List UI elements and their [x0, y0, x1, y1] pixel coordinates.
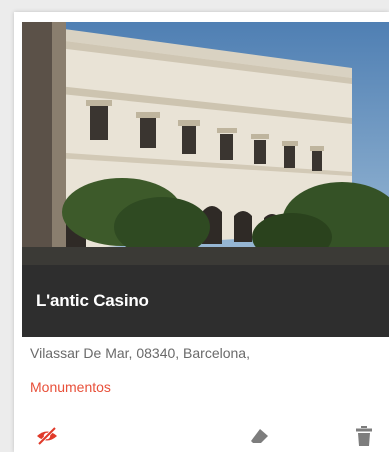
eye-slash-icon	[37, 427, 57, 445]
edit-button[interactable]	[247, 424, 273, 448]
delete-button[interactable]	[351, 424, 377, 448]
place-card: L'antic Casino Vilassar De Mar, 08340, B…	[14, 12, 389, 452]
eraser-icon	[251, 429, 268, 443]
place-photo[interactable]	[22, 22, 389, 265]
place-title[interactable]: L'antic Casino	[36, 291, 149, 311]
title-bar: L'antic Casino	[22, 265, 389, 337]
place-address: Vilassar De Mar, 08340, Barcelona,	[30, 345, 250, 361]
category-link[interactable]: Monumentos	[30, 379, 111, 395]
trash-icon	[356, 426, 372, 446]
toggle-visibility-button[interactable]	[34, 424, 60, 448]
